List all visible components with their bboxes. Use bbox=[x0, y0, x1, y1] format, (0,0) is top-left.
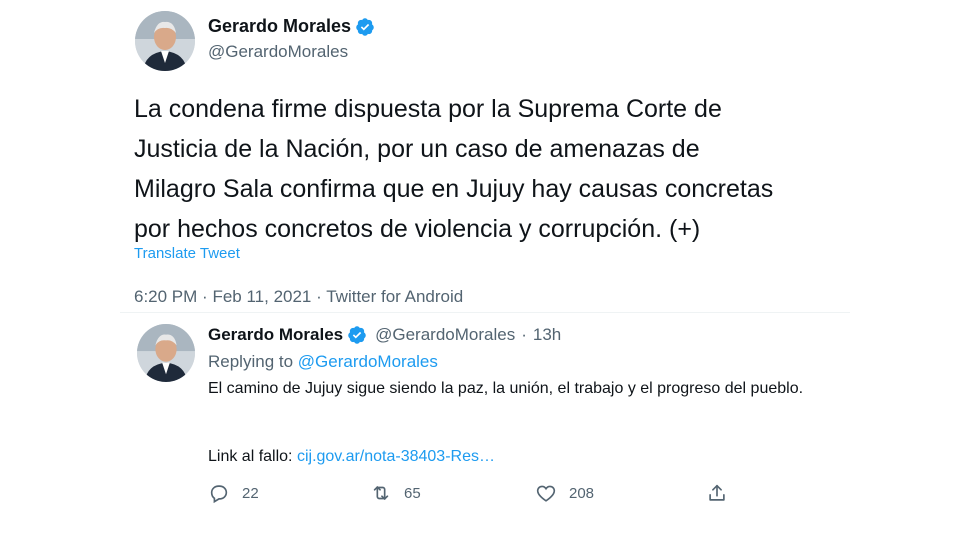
reply-author-name[interactable]: Gerardo Morales bbox=[208, 325, 343, 345]
retweet-icon bbox=[370, 482, 392, 504]
reply-separator: · bbox=[521, 325, 527, 344]
avatar-image bbox=[137, 324, 195, 382]
replying-to-mention[interactable]: @GerardoMorales bbox=[298, 352, 438, 371]
ruling-link[interactable]: cij.gov.ar/nota-38403-Res… bbox=[297, 448, 495, 465]
author-avatar[interactable] bbox=[135, 11, 195, 71]
like-icon bbox=[535, 482, 557, 504]
retweet-button[interactable]: 65 bbox=[370, 482, 421, 504]
author-name[interactable]: Gerardo Morales bbox=[208, 16, 351, 37]
divider bbox=[120, 312, 850, 313]
reply-icon bbox=[208, 482, 230, 504]
reply-author-handle[interactable]: @GerardoMorales bbox=[375, 325, 515, 345]
tweet-metadata: 6:20 PM · Feb 11, 2021 · Twitter for And… bbox=[134, 287, 463, 307]
tweet-source[interactable]: Twitter for Android bbox=[326, 287, 463, 306]
replying-to: Replying to @GerardoMorales bbox=[208, 352, 438, 372]
reply-author-avatar[interactable] bbox=[137, 324, 195, 382]
link-prefix: Link al fallo: bbox=[208, 448, 293, 465]
verified-badge-icon bbox=[347, 325, 367, 345]
like-count: 208 bbox=[569, 484, 595, 502]
retweet-count: 65 bbox=[404, 484, 421, 502]
reply-button[interactable]: 22 bbox=[208, 482, 259, 504]
reply-text: El camino de Jujuy sigue siendo la paz, … bbox=[208, 380, 804, 397]
like-button[interactable]: 208 bbox=[535, 482, 594, 504]
reply-time[interactable]: 13h bbox=[533, 325, 561, 345]
reply-header: Gerardo Morales @GerardoMorales · 13h bbox=[208, 325, 561, 345]
reply-link-line: Link al fallo: cij.gov.ar/nota-38403-Res… bbox=[208, 448, 495, 466]
share-button[interactable] bbox=[706, 482, 728, 504]
tweet-date[interactable]: Feb 11, 2021 bbox=[212, 287, 311, 306]
reply-count: 22 bbox=[242, 484, 259, 502]
author-handle[interactable]: @GerardoMorales bbox=[208, 42, 348, 62]
share-icon bbox=[706, 482, 728, 504]
author-name-row: Gerardo Morales bbox=[208, 16, 375, 37]
tweet-text: La condena firme dispuesta por la Suprem… bbox=[134, 95, 774, 243]
translate-tweet-link[interactable]: Translate Tweet bbox=[134, 245, 240, 262]
meta-separator: · bbox=[316, 287, 322, 306]
tweet-time[interactable]: 6:20 PM bbox=[134, 287, 197, 306]
replying-to-prefix: Replying to bbox=[208, 352, 294, 371]
reply-action-bar: 22 65 208 bbox=[208, 482, 728, 506]
avatar-image bbox=[135, 11, 195, 71]
meta-separator: · bbox=[202, 287, 208, 306]
verified-badge-icon bbox=[355, 17, 375, 37]
